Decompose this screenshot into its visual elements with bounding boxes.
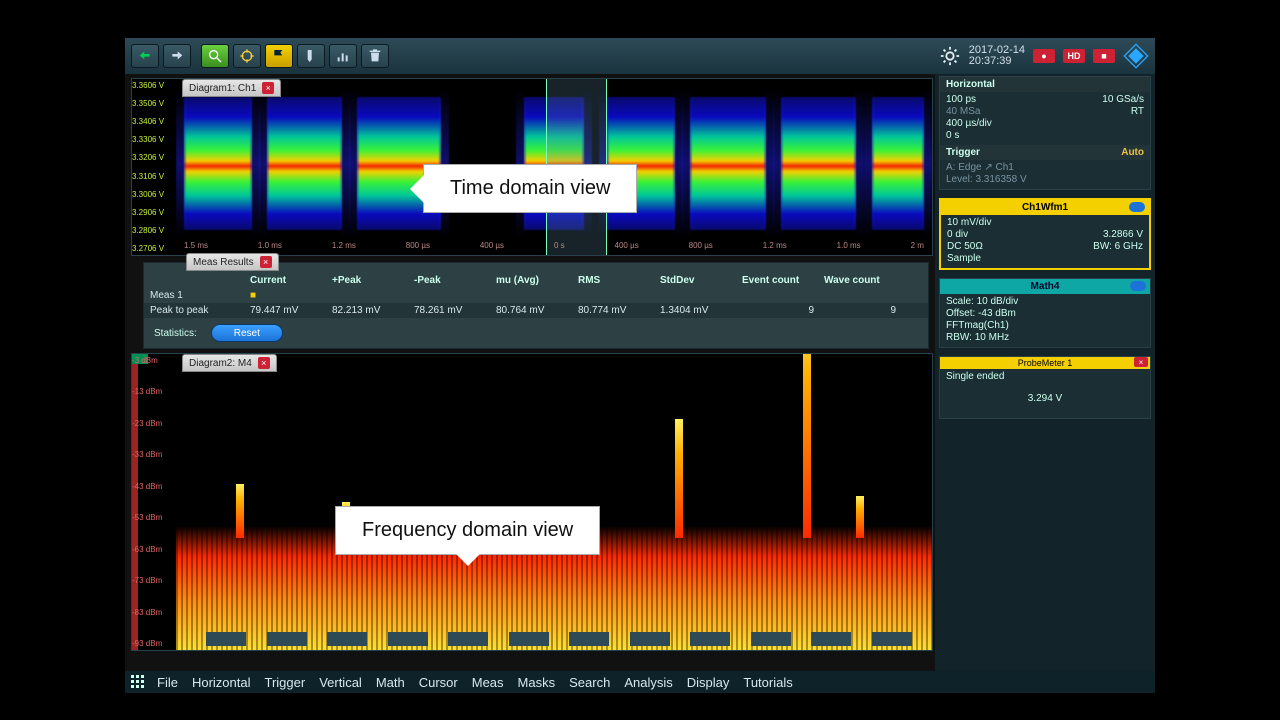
status-badge: ■	[1093, 49, 1115, 63]
side-column: Horizontal 100 ps10 GSa/s 40 MSaRT 400 µ…	[935, 74, 1155, 671]
ch1-title: Ch1Wfm1	[1022, 202, 1068, 213]
measure-button[interactable]	[233, 44, 261, 68]
bars-icon	[335, 48, 351, 64]
diagram-freq[interactable]: Diagram2: M4 × -3 dBm-13 dBm-23 dBm-33 d…	[131, 353, 933, 651]
annotation-time-label: Time domain view	[450, 177, 610, 199]
meas-results-panel: Meas Results × Current+Peak-Peakmu (Avg)…	[143, 262, 929, 349]
main-column: Diagram1: Ch1 × 3.3606 V3.3506 V3.3406 V…	[125, 74, 935, 671]
horizontal-card[interactable]: Horizontal 100 ps10 GSa/s 40 MSaRT 400 µ…	[939, 76, 1151, 190]
vendor-logo-icon	[1123, 43, 1149, 69]
menu-masks[interactable]: Masks	[518, 675, 556, 690]
annotation-freq-domain: Frequency domain view	[335, 506, 600, 555]
diagram2-tab[interactable]: Diagram2: M4 ×	[182, 354, 277, 372]
search-tool-button[interactable]	[297, 44, 325, 68]
meas-tab-label: Meas Results	[193, 257, 254, 268]
hd-badge: HD	[1063, 49, 1085, 63]
trigger-mode: Auto	[1121, 147, 1144, 158]
diagram2-yscale: -3 dBm-13 dBm-23 dBm-33 dBm-43 dBm-53 dB…	[132, 354, 176, 650]
menu-horizontal[interactable]: Horizontal	[192, 675, 251, 690]
minimize-icon[interactable]	[1130, 281, 1146, 291]
meas-footer: Statistics: Reset	[144, 318, 928, 348]
close-icon[interactable]: ×	[258, 357, 270, 369]
minimize-icon[interactable]	[1129, 202, 1145, 212]
horiz-mode: RT	[1045, 106, 1144, 117]
undo-icon	[137, 48, 153, 64]
ch1-acq: Sample	[947, 253, 1045, 264]
menu-cursor[interactable]: Cursor	[419, 675, 458, 690]
math-rbw: RBW: 10 MHz	[946, 332, 1144, 343]
marker-icon	[303, 48, 319, 64]
horizontal-title: Horizontal	[946, 79, 995, 90]
histogram-button[interactable]	[329, 44, 357, 68]
diagram1-tab-label: Diagram1: Ch1	[189, 83, 256, 94]
diagram2-plot	[176, 354, 932, 650]
pm-mode: Single ended	[946, 371, 1144, 382]
menu-file[interactable]: File	[157, 675, 178, 690]
rec-badge: ●	[1033, 49, 1055, 63]
ch1-pos: 0 div	[947, 229, 1045, 240]
math-func: FFTmag(Ch1)	[946, 320, 1144, 331]
math-scale: Scale: 10 dB/div	[946, 296, 1144, 307]
delete-button[interactable]	[361, 44, 389, 68]
math-card[interactable]: Math4 Scale: 10 dB/div Offset: -43 dBm F…	[939, 278, 1151, 348]
app-window: 2017-02-14 20:37:39 ● HD ■ Diagram1: Ch1…	[125, 38, 1155, 693]
meas-data-row: Peak to peak79.447 mV82.213 mV78.261 mV8…	[144, 303, 928, 318]
pm-value: 3.294 V	[946, 383, 1144, 414]
horiz-pos: 0 s	[946, 130, 1045, 141]
meas-group-label: Meas 1	[150, 290, 250, 301]
menu-vertical[interactable]: Vertical	[319, 675, 362, 690]
flag-icon	[271, 48, 287, 64]
horiz-rate: 10 GSa/s	[1045, 94, 1144, 105]
toolbar: 2017-02-14 20:37:39 ● HD ■	[125, 38, 1155, 74]
clock: 2017-02-14 20:37:39	[969, 45, 1025, 67]
crosshair-icon	[239, 48, 255, 64]
close-icon[interactable]: ×	[262, 82, 274, 94]
diagram1-tab[interactable]: Diagram1: Ch1 ×	[182, 79, 281, 97]
trigger-level: Level: 3.316358 V	[946, 174, 1144, 185]
close-icon[interactable]: ×	[260, 256, 272, 268]
reset-button[interactable]: Reset	[211, 324, 283, 342]
horiz-mem: 40 MSa	[946, 106, 1045, 117]
magnifier-icon	[207, 48, 223, 64]
ch1-offset: 3.2866 V	[1045, 229, 1143, 240]
menu-meas[interactable]: Meas	[472, 675, 504, 690]
close-icon[interactable]: ×	[1134, 357, 1148, 367]
time-label: 20:37:39	[969, 56, 1025, 67]
redo-icon	[169, 48, 185, 64]
stats-label: Statistics:	[154, 328, 197, 339]
trigger-source: A: Edge ↗ Ch1	[946, 162, 1144, 173]
horiz-scale: 400 µs/div	[946, 118, 1045, 129]
trigger-title: Trigger	[946, 147, 980, 158]
diagram1-yscale: 3.3606 V3.3506 V3.3406 V3.3306 V3.3206 V…	[132, 79, 176, 255]
annotation-time-domain: Time domain view	[423, 164, 637, 213]
meas-tab[interactable]: Meas Results ×	[186, 253, 279, 271]
gear-icon[interactable]	[939, 45, 961, 67]
meas-group-row: Meas 1 ■	[144, 288, 928, 303]
menu-trigger[interactable]: Trigger	[264, 675, 305, 690]
redo-button[interactable]	[163, 44, 191, 68]
diagram2-tab-label: Diagram2: M4	[189, 358, 252, 369]
menu-bar: File Horizontal Trigger Vertical Math Cursor M…	[125, 671, 1155, 693]
math-offset: Offset: -43 dBm	[946, 308, 1144, 319]
grip-icon[interactable]	[131, 675, 149, 689]
menu-display[interactable]: Display	[687, 675, 730, 690]
menu-search[interactable]: Search	[569, 675, 610, 690]
horiz-res: 100 ps	[946, 94, 1045, 105]
probemeter-card[interactable]: ProbeMeter 1 × Single ended 3.294 V	[939, 356, 1151, 419]
zoom-button[interactable]	[201, 44, 229, 68]
trash-icon	[367, 48, 383, 64]
menu-math[interactable]: Math	[376, 675, 405, 690]
annotation-freq-label: Frequency domain view	[362, 519, 573, 541]
diagram1-xscale: 1.5 ms1.0 ms1.2 ms800 µs400 µs0 s400 µs8…	[176, 241, 932, 255]
menu-tutorials[interactable]: Tutorials	[743, 675, 792, 690]
math-title: Math4	[1031, 281, 1060, 292]
cursor-button[interactable]	[265, 44, 293, 68]
ch1-coupling: DC 50Ω	[947, 241, 1045, 252]
pm-title: ProbeMeter 1	[1018, 358, 1073, 368]
ch1-card[interactable]: Ch1Wfm1 10 mV/div 0 div3.2866 V DC 50ΩBW…	[939, 198, 1151, 270]
menu-analysis[interactable]: Analysis	[624, 675, 672, 690]
undo-button[interactable]	[131, 44, 159, 68]
ch1-scale: 10 mV/div	[947, 217, 1045, 228]
ch1-bw: BW: 6 GHz	[1045, 241, 1143, 252]
